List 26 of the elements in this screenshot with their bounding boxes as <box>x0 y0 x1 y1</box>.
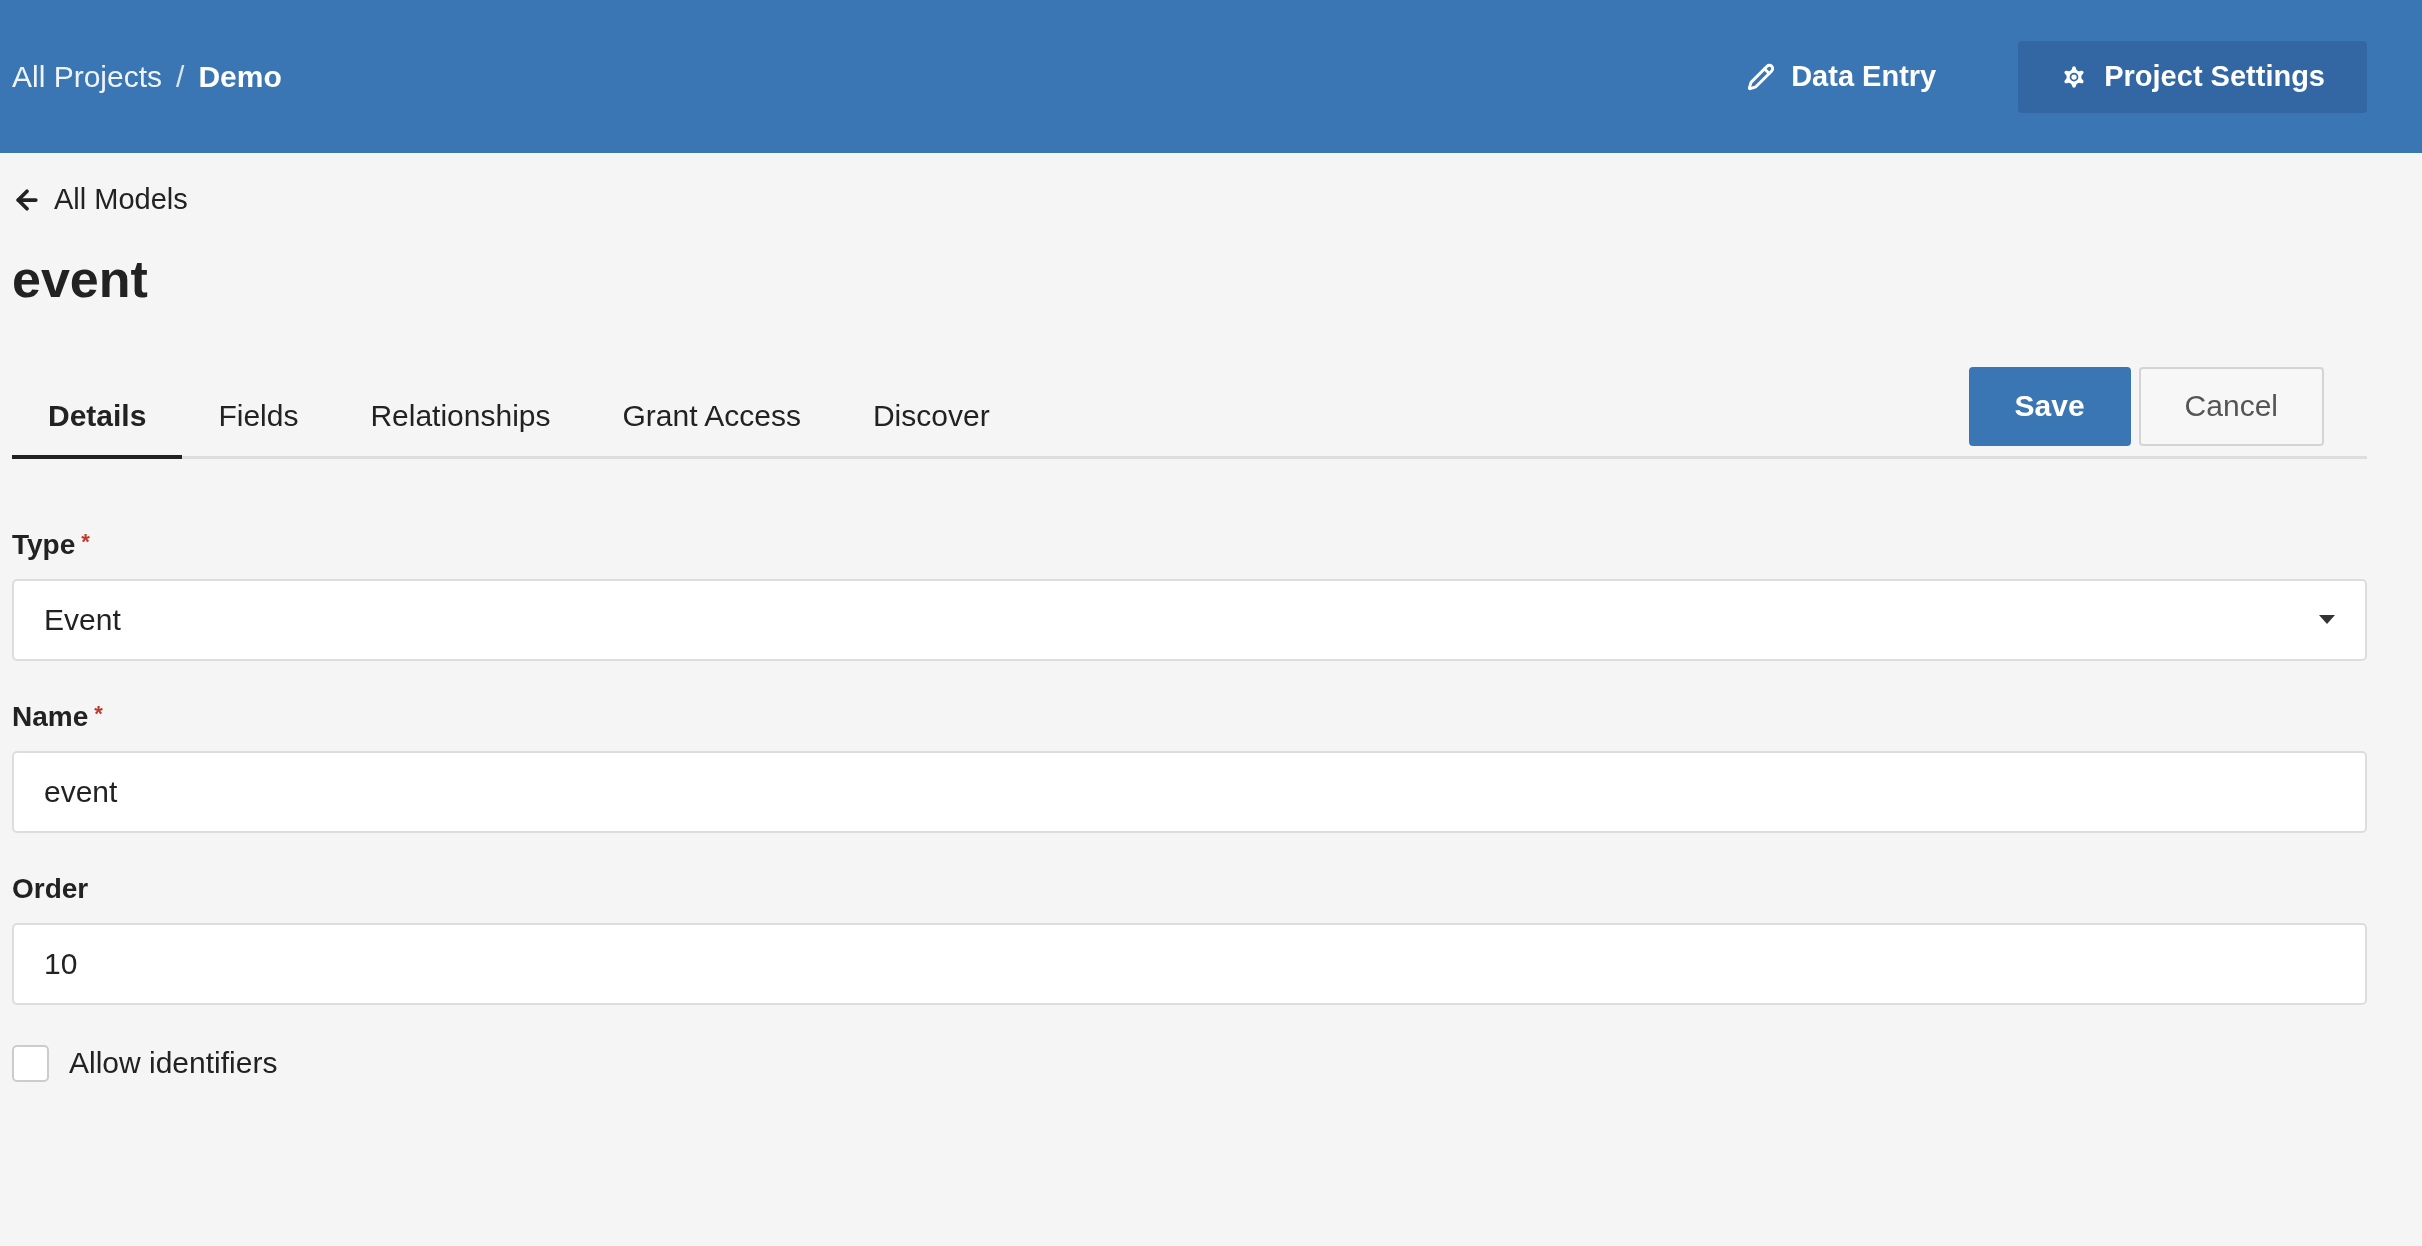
pencil-icon <box>1747 62 1776 91</box>
tab[interactable]: Details <box>12 398 183 459</box>
tab[interactable]: Relationships <box>334 398 587 459</box>
back-link[interactable]: All Models <box>12 183 188 216</box>
page-title: event <box>12 248 149 309</box>
save-button[interactable]: Save <box>1968 366 2131 446</box>
caret-icon <box>2319 614 2335 625</box>
checkbox[interactable] <box>12 1044 49 1082</box>
tab[interactable]: Fields <box>182 398 335 459</box>
tab[interactable]: Discover <box>836 398 1026 459</box>
breadcrumb-link[interactable]: Demo <box>198 59 282 94</box>
breadcrumb-link[interactable]: All Projects <box>12 59 163 94</box>
select-field[interactable]: Event <box>12 578 2367 661</box>
input-field[interactable]: 10 <box>12 922 2367 1005</box>
input-field[interactable]: event <box>12 750 2367 833</box>
required-mark: * <box>81 528 90 556</box>
field-label: Type <box>12 528 76 561</box>
field-label: Order <box>12 872 89 905</box>
tab[interactable]: Grant Access <box>586 398 837 459</box>
cancel-button[interactable]: Cancel <box>2138 366 2324 446</box>
checkbox-label: Allow identifiers <box>69 1046 278 1080</box>
nav-button[interactable]: Project Settings <box>2018 40 2367 113</box>
breadcrumb-separator: / <box>176 59 185 94</box>
required-mark: * <box>94 700 103 728</box>
field-label: Name <box>12 700 89 733</box>
nav-button[interactable]: Data Entry <box>1705 40 1979 113</box>
